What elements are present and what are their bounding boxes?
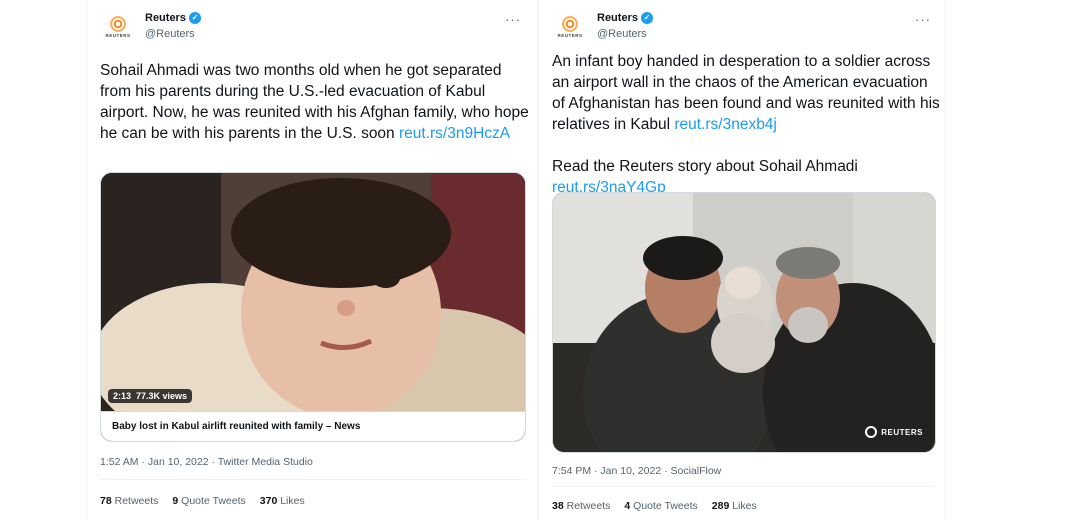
likes-count: 289 [711, 500, 730, 512]
quote-tweets-count: 4 [624, 500, 631, 512]
logo-word: REUTERS [557, 33, 583, 38]
likes-stat[interactable]: 289 Likes [712, 500, 757, 512]
likes-label: Likes [732, 500, 757, 512]
retweets-label: Retweets [114, 495, 159, 507]
tweet-stats: 38 Retweets 4 Quote Tweets 289 Likes [552, 500, 757, 512]
divider [552, 486, 934, 487]
tweet-text: Sohail Ahmadi was two months old when he… [100, 60, 530, 144]
author-name-line[interactable]: Reuters ✓ [145, 12, 201, 24]
tweet-timestamp[interactable]: 7:54 PM · Jan 10, 2022 · SocialFlow [552, 465, 721, 477]
author-name[interactable]: Reuters [145, 12, 186, 24]
tweet-link[interactable]: reut.rs/3n9HczA [399, 125, 510, 142]
quote-tweets-count: 9 [172, 495, 179, 507]
verified-badge-icon: ✓ [188, 12, 201, 24]
retweets-label: Retweets [566, 500, 611, 512]
video-duration: 2:13 [113, 391, 132, 401]
likes-count: 370 [259, 495, 278, 507]
tweet-text: An infant boy handed in desperation to a… [552, 51, 942, 198]
author-name-line[interactable]: Reuters ✓ [597, 12, 653, 24]
author-handle[interactable]: @Reuters [145, 28, 195, 40]
video-views: 77.3K views [136, 391, 188, 401]
logo-word: REUTERS [105, 33, 131, 38]
reuters-watermark-text: REUTERS [881, 427, 923, 437]
avatar[interactable]: REUTERS [101, 10, 135, 44]
retweets-stat[interactable]: 78 Retweets [100, 495, 158, 507]
video-caption[interactable]: Baby lost in Kabul airlift reunited with… [101, 411, 525, 441]
photo-card[interactable]: REUTERS [552, 192, 936, 453]
quote-tweets-stat[interactable]: 4 Quote Tweets [624, 500, 697, 512]
video-card[interactable]: 2:13 77.3K views Baby lost in Kabul airl… [100, 172, 526, 442]
reuters-watermark-icon [865, 426, 878, 438]
reuters-logo-icon [562, 16, 578, 32]
reunion-photo-image [553, 193, 935, 452]
author-handle[interactable]: @Reuters [597, 28, 647, 40]
likes-stat[interactable]: 370 Likes [260, 495, 305, 507]
more-options-icon[interactable]: ··· [915, 12, 931, 27]
divider [100, 479, 526, 480]
avatar[interactable]: REUTERS [553, 10, 587, 44]
tweet-body-2: Read the Reuters story about Sohail Ahma… [552, 158, 858, 175]
more-options-icon[interactable]: ··· [505, 12, 521, 27]
tweet-stats: 78 Retweets 9 Quote Tweets 370 Likes [100, 495, 305, 507]
retweets-stat[interactable]: 38 Retweets [552, 500, 610, 512]
retweets-count: 38 [552, 500, 564, 512]
video-thumbnail[interactable]: 2:13 77.3K views [101, 173, 525, 411]
reunion-photo[interactable]: REUTERS [553, 193, 935, 452]
tweet-card-2: REUTERS Reuters ✓ @Reuters ··· An infant… [538, 0, 946, 520]
likes-label: Likes [280, 495, 305, 507]
tweet-card-1: REUTERS Reuters ✓ @Reuters ··· Sohail Ah… [86, 0, 538, 520]
quote-tweets-stat[interactable]: 9 Quote Tweets [172, 495, 245, 507]
retweets-count: 78 [100, 495, 112, 507]
reuters-logo-icon [110, 16, 126, 32]
baby-face-image [101, 173, 525, 411]
tweet-timestamp[interactable]: 1:52 AM · Jan 10, 2022 · Twitter Media S… [100, 456, 313, 468]
reuters-watermark: REUTERS [865, 426, 923, 438]
verified-badge-icon: ✓ [640, 12, 653, 24]
quote-tweets-label: Quote Tweets [181, 495, 246, 507]
tweet-link[interactable]: reut.rs/3nexb4j [674, 116, 777, 133]
quote-tweets-label: Quote Tweets [633, 500, 698, 512]
video-duration-badge: 2:13 77.3K views [108, 389, 193, 403]
author-name[interactable]: Reuters [597, 12, 638, 24]
